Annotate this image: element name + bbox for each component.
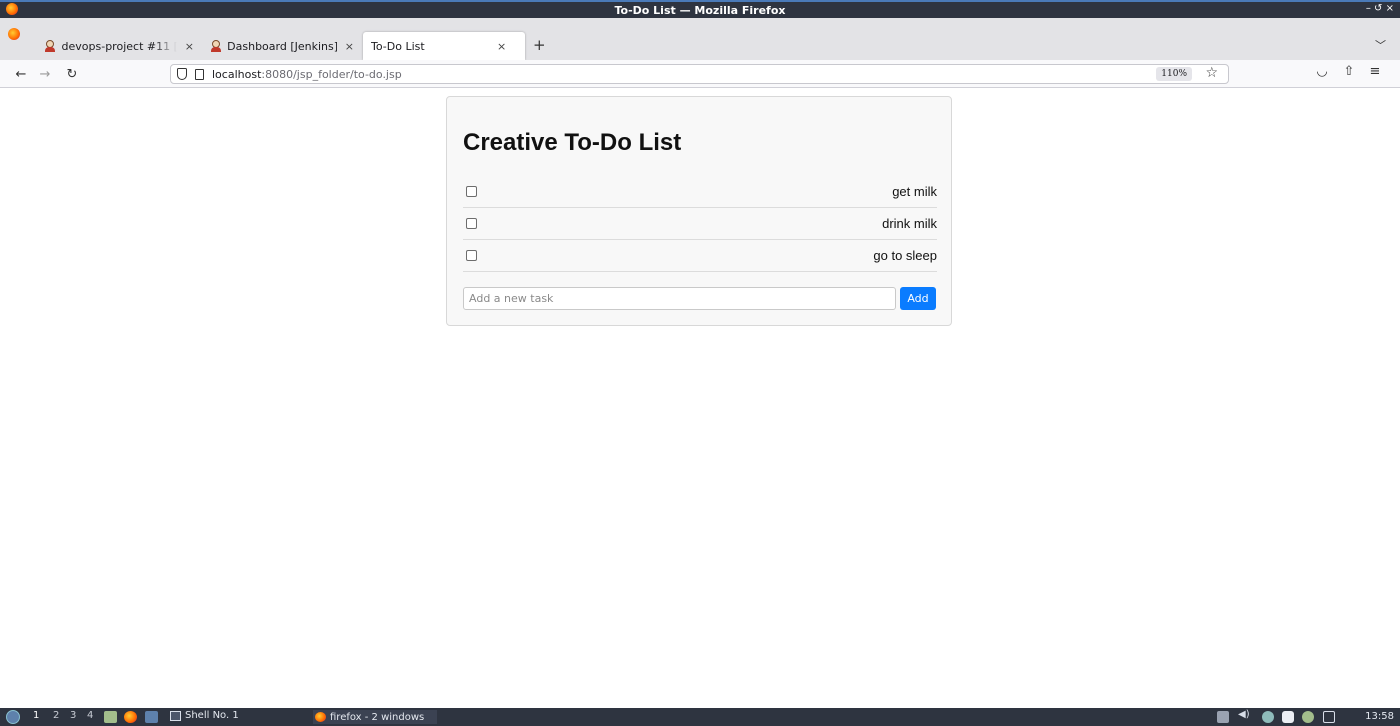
taskbar-shell-label: Shell No. 1	[185, 710, 239, 721]
pocket-icon[interactable]: ◡	[1312, 64, 1332, 79]
page-title: Creative To-Do List	[463, 129, 682, 156]
firefox-icon	[6, 3, 18, 15]
reload-icon[interactable]: ↻	[62, 64, 82, 84]
update-icon[interactable]	[1302, 711, 1314, 723]
task-item: go to sleep	[463, 240, 937, 272]
jenkins-icon	[210, 40, 221, 52]
volume-icon[interactable]: ◀)	[1238, 709, 1250, 721]
task-label: go to sleep	[873, 248, 937, 263]
window-title: To-Do List — Mozilla Firefox	[614, 3, 786, 17]
tracking-shield-icon[interactable]	[177, 68, 187, 80]
clock: 13:58	[1365, 711, 1394, 722]
tab-close-icon[interactable]: ×	[185, 40, 194, 53]
task-checkbox[interactable]	[466, 250, 477, 261]
share-icon[interactable]: ⇧	[1339, 64, 1359, 79]
hamburger-menu-icon[interactable]: ≡	[1365, 64, 1385, 79]
taskbar-firefox-label: firefox - 2 windows	[330, 711, 425, 723]
firefox-icon	[315, 712, 326, 722]
url-bar[interactable]: localhost:8080/jsp_folder/to-do.jsp 110%…	[170, 64, 1229, 84]
page-info-icon[interactable]	[195, 68, 204, 80]
url-host: localhost	[212, 67, 262, 81]
todo-card: Creative To-Do List get milk drink milk …	[446, 96, 952, 326]
clipboard-icon[interactable]	[1282, 711, 1294, 723]
add-task-button[interactable]: Add	[900, 287, 936, 310]
file-manager-icon[interactable]	[104, 711, 117, 723]
navigation-toolbar: ← → ↻ localhost:8080/jsp_folder/to-do.js…	[0, 60, 1400, 88]
task-checkbox[interactable]	[466, 186, 477, 197]
url-text[interactable]: localhost:8080/jsp_folder/to-do.jsp	[212, 68, 402, 81]
network-icon[interactable]	[1262, 711, 1274, 723]
tab-close-icon[interactable]: ×	[345, 40, 354, 53]
list-all-tabs-icon[interactable]: ﹀	[1375, 37, 1386, 53]
back-arrow-icon[interactable]: ←	[11, 64, 31, 84]
new-tab-button[interactable]: +	[533, 36, 546, 54]
taskbar-shell-window[interactable]: Shell No. 1	[170, 710, 308, 721]
tab-devops-project[interactable]: devops-project #11 [Jenkins] ×	[36, 32, 202, 60]
battery-icon[interactable]	[1217, 711, 1229, 723]
task-item: get milk	[463, 176, 937, 208]
bookmark-star-icon[interactable]: ☆	[1205, 65, 1218, 81]
window-titlebar: To-Do List — Mozilla Firefox – ↺ ×	[0, 0, 1400, 18]
tab-strip: devops-project #11 [Jenkins] × Dashboard…	[0, 18, 1400, 60]
taskbar-firefox-window[interactable]: firefox - 2 windows	[313, 710, 437, 724]
firefox-view-icon[interactable]	[8, 28, 20, 40]
new-task-input[interactable]	[463, 287, 896, 310]
window-controls[interactable]: – ↺ ×	[1366, 3, 1394, 14]
task-label: get milk	[892, 184, 937, 199]
desktop-taskbar: 1 2 3 4 Shell No. 1 firefox - 2 windows …	[0, 708, 1400, 726]
start-menu-icon[interactable]	[6, 710, 20, 724]
tab-dashboard[interactable]: Dashboard [Jenkins] ×	[202, 32, 362, 60]
task-label: drink milk	[882, 216, 937, 231]
display-icon[interactable]	[1323, 711, 1335, 723]
firefox-launcher-icon[interactable]	[124, 711, 137, 723]
jenkins-icon	[44, 40, 56, 52]
workspace-4[interactable]: 4	[87, 710, 93, 721]
tab-close-icon[interactable]: ×	[497, 40, 506, 53]
task-checkbox[interactable]	[466, 218, 477, 229]
workspace-3[interactable]: 3	[70, 710, 76, 721]
tab-to-do-list[interactable]: To-Do List ×	[363, 32, 525, 60]
text-editor-icon[interactable]	[145, 711, 158, 723]
terminal-icon	[170, 710, 181, 721]
workspace-2[interactable]: 2	[53, 710, 59, 721]
tab-title: To-Do List	[371, 39, 425, 53]
tab-title: devops-project #11 [Jenkins]	[61, 39, 177, 53]
workspace-1[interactable]: 1	[33, 710, 39, 721]
forward-arrow-icon[interactable]: →	[35, 64, 55, 84]
zoom-level-badge[interactable]: 110%	[1156, 67, 1192, 81]
tab-title: Dashboard [Jenkins]	[227, 39, 337, 53]
url-path: :8080/jsp_folder/to-do.jsp	[261, 67, 402, 81]
task-item: drink milk	[463, 208, 937, 240]
